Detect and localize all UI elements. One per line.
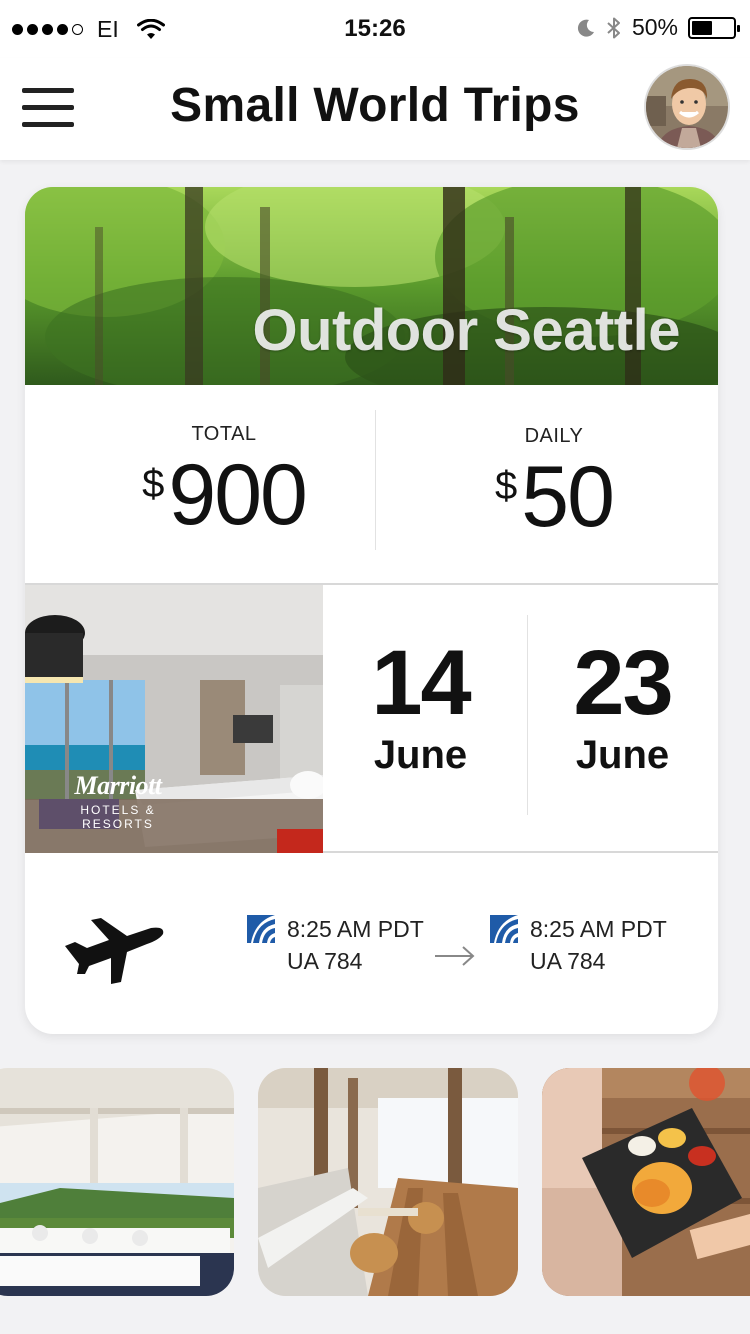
- budget-section: TOTAL $ 900 DAILY $ 50: [25, 385, 718, 585]
- united-globe-icon: [247, 915, 275, 943]
- total-budget: TOTAL $ 900: [51, 423, 397, 540]
- trip-name: Outdoor Seattle: [252, 298, 680, 363]
- daily-amount: 50: [521, 449, 615, 545]
- daily-budget: DAILY $ 50: [381, 425, 718, 542]
- start-month: June: [373, 733, 468, 777]
- daily-label: DAILY: [524, 425, 584, 447]
- arrow-right-icon: [435, 946, 475, 966]
- flights-section: 8:25 AM PDT UA 784 8:25 AM PDT UA 784: [25, 853, 718, 1034]
- restaurant-deck-image: [258, 1068, 518, 1296]
- trip-card[interactable]: Outdoor Seattle TOTAL $ 900 DAILY $ 50 M…: [25, 187, 718, 1034]
- united-globe-icon: [490, 915, 518, 943]
- outbound-flight[interactable]: 8:25 AM PDT UA 784: [247, 913, 424, 977]
- budget-divider: [375, 410, 376, 550]
- return-flight-number: UA 784: [530, 948, 606, 974]
- airplane-icon: [65, 918, 164, 984]
- hotel-image[interactable]: Marriott HOTELS & RESORTS: [25, 585, 323, 853]
- battery-fill: [692, 20, 712, 35]
- stay-section: Marriott HOTELS & RESORTS 14 June 23 Jun…: [25, 585, 718, 853]
- battery-icon: [688, 16, 740, 39]
- end-month: June: [575, 733, 670, 777]
- app-header: Small World Trips: [0, 58, 750, 160]
- hotel-brand-logo: Marriott HOTELS & RESORTS: [43, 771, 193, 831]
- start-date[interactable]: 14 June: [323, 635, 518, 778]
- daily-amount-group: $ 50: [495, 449, 615, 545]
- end-date[interactable]: 23 June: [525, 635, 718, 778]
- status-right-group: 50%: [576, 14, 740, 41]
- return-flight[interactable]: 8:25 AM PDT UA 784: [490, 913, 667, 977]
- daily-currency: $: [495, 464, 518, 508]
- trip-hero-image: Outdoor Seattle: [25, 187, 718, 385]
- status-bar: EI 15:26 50%: [0, 0, 750, 58]
- do-not-disturb-moon-icon: [577, 19, 594, 37]
- restaurant-food-image: [542, 1068, 750, 1296]
- hotel-brand-subtitle: HOTELS & RESORTS: [80, 803, 156, 831]
- hotel-brand-name: Marriott: [74, 771, 162, 800]
- end-day: 23: [573, 632, 673, 734]
- battery-percent: 50%: [631, 14, 678, 40]
- total-amount: 900: [168, 447, 307, 543]
- total-amount-group: $ 900: [142, 447, 308, 543]
- total-currency: $: [142, 462, 165, 506]
- start-day: 14: [371, 632, 471, 734]
- restaurant-card-terrace[interactable]: [0, 1068, 234, 1296]
- restaurant-card-food[interactable]: [542, 1068, 750, 1296]
- restaurant-card-deck[interactable]: [258, 1068, 518, 1296]
- outbound-flight-number: UA 784: [287, 948, 363, 974]
- outbound-time: 8:25 AM PDT: [287, 916, 424, 942]
- user-avatar[interactable]: [644, 64, 730, 150]
- total-label: TOTAL: [191, 423, 257, 445]
- restaurant-terrace-image: [0, 1068, 234, 1296]
- bluetooth-icon: [607, 17, 620, 38]
- return-time: 8:25 AM PDT: [530, 916, 667, 942]
- app-title: Small World Trips: [170, 79, 580, 132]
